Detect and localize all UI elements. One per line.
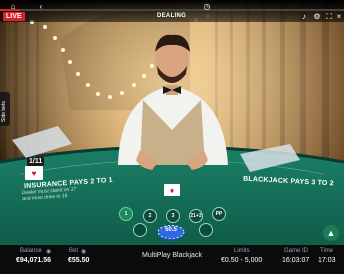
time-value: 17:03 bbox=[318, 257, 336, 264]
game-id-value: 16:03:07 bbox=[282, 257, 310, 264]
side-bets-label: Side bets bbox=[1, 101, 7, 122]
chat-icon: ▲ bbox=[326, 228, 336, 238]
limits-value: €0.50 - 5,000 bbox=[221, 257, 263, 264]
bet-spot[interactable]: PP bbox=[212, 207, 226, 221]
svg-text:♦: ♦ bbox=[170, 186, 174, 195]
close-icon[interactable]: × bbox=[335, 13, 343, 21]
time-label: Time bbox=[320, 248, 334, 254]
bet-spot[interactable]: 21+3 bbox=[189, 209, 203, 223]
live-badge: LIVE bbox=[3, 12, 25, 21]
chip-stack[interactable]: 50.5 bbox=[157, 223, 185, 241]
fullscreen-icon[interactable]: ⛶ bbox=[325, 13, 333, 21]
round-progress-bar bbox=[0, 9, 344, 11]
chip-value: 50.5 bbox=[165, 227, 177, 233]
bet-spot-left[interactable] bbox=[133, 223, 147, 237]
svg-text:♥: ♥ bbox=[32, 169, 37, 178]
bet-spot[interactable]: 1 bbox=[119, 207, 133, 221]
settings-icon[interactable]: ⚙ bbox=[313, 13, 321, 21]
bet-spot[interactable]: 2 bbox=[143, 209, 157, 223]
back-icon[interactable]: ‹ bbox=[37, 3, 45, 11]
game-id-label: Game ID bbox=[284, 248, 309, 254]
bet-spot[interactable]: 3 bbox=[166, 209, 180, 223]
bet-spot-right[interactable] bbox=[199, 223, 213, 237]
round-status: DEALING bbox=[157, 13, 187, 19]
side-bets-tab[interactable]: Side bets bbox=[0, 92, 10, 126]
chat-button[interactable]: ▲ bbox=[323, 225, 339, 241]
card-count-badge: 1/11 bbox=[27, 157, 45, 166]
game-stage: ♦ ♥ ⌂ ‹ LIVE DEALING ◷ ♪ ⚙ ⛶ × Side bets… bbox=[0, 0, 344, 274]
home-icon[interactable]: ⌂ bbox=[9, 3, 17, 11]
history-icon[interactable]: ◷ bbox=[203, 3, 211, 11]
sound-icon[interactable]: ♪ bbox=[300, 13, 308, 21]
limits-label: Limits bbox=[234, 248, 250, 254]
